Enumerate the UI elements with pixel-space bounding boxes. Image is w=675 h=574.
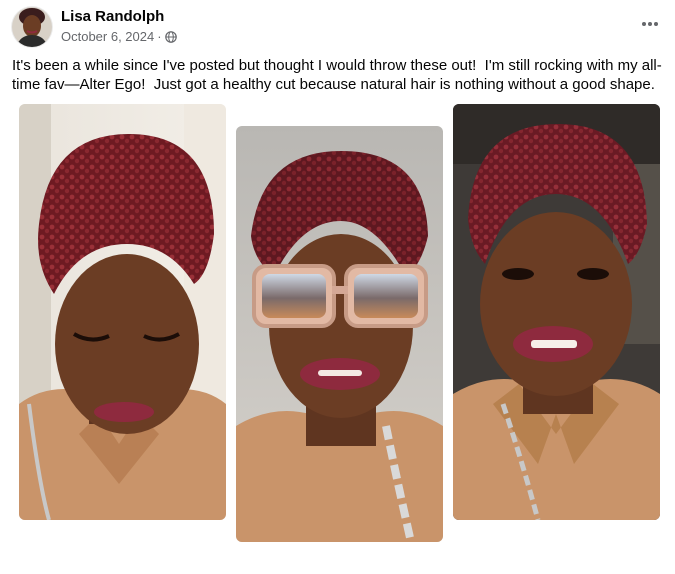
photo-image (453, 104, 660, 520)
post-photo-1[interactable] (19, 104, 226, 520)
post-photo-3[interactable] (453, 104, 660, 520)
avatar-image (12, 7, 52, 47)
author-name[interactable]: Lisa Randolph (61, 8, 164, 25)
author-avatar[interactable] (12, 7, 52, 47)
more-options-button[interactable] (637, 14, 663, 34)
ellipsis-icon (642, 22, 658, 26)
photo-image (236, 126, 443, 542)
photo-image (19, 104, 226, 520)
post-meta: October 6, 2024 · (61, 29, 177, 44)
facebook-post: Lisa Randolph October 6, 2024 · It's bee… (0, 0, 675, 574)
post-text: It's been a while since I've posted but … (12, 57, 662, 93)
globe-icon[interactable] (164, 30, 177, 43)
post-date[interactable]: October 6, 2024 (61, 29, 154, 44)
post-photo-2[interactable] (236, 126, 443, 542)
meta-separator: · (157, 29, 162, 44)
